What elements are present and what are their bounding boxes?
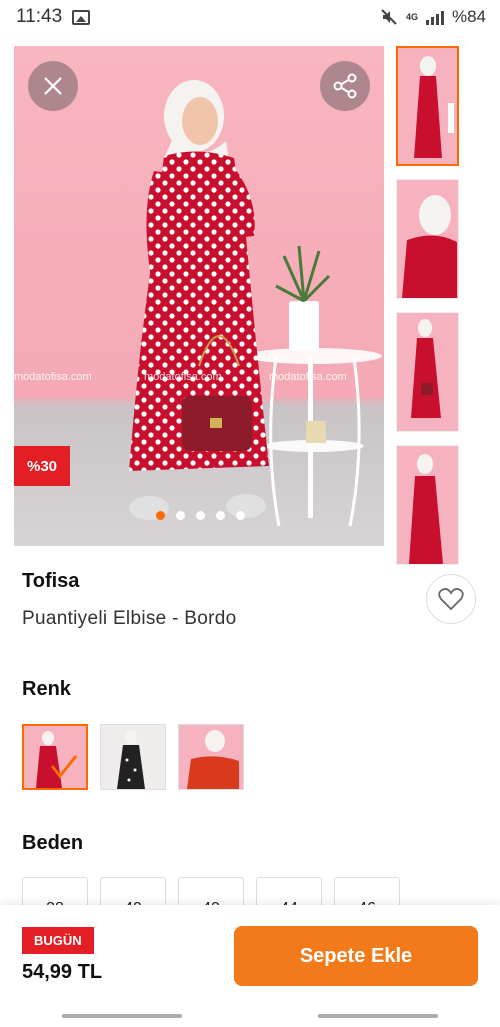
bottom-bar: BUGÜN 54,99 TL Sepete Ekle <box>0 905 500 1027</box>
size-section-title: Beden <box>22 832 84 854</box>
signal-icon <box>425 9 444 25</box>
thumbnail-3[interactable] <box>396 312 459 432</box>
color-options <box>22 724 244 790</box>
brand-name[interactable]: Tofisa <box>22 570 79 593</box>
thumbnail-image <box>398 48 457 164</box>
status-indicators: 4G %84 <box>380 7 486 27</box>
nav-handle <box>318 1014 438 1018</box>
color-section-title: Renk <box>22 678 71 700</box>
price: 54,99 TL <box>22 961 103 983</box>
mute-icon <box>381 9 397 25</box>
pagination-dot[interactable] <box>176 511 185 520</box>
gallery-notification-icon <box>72 9 91 25</box>
close-icon <box>44 77 62 95</box>
color-option-bordo[interactable] <box>22 724 88 790</box>
battery-level: %84 <box>451 7 486 26</box>
discount-badge: %30 <box>14 446 70 486</box>
watermark: modatofisa.com <box>269 371 347 383</box>
favorite-button[interactable] <box>426 574 476 624</box>
product-main-image[interactable]: modatofisa.com modatofisa.com modatofisa… <box>14 46 384 546</box>
color-thumbnail <box>179 725 243 789</box>
thumbnail-1[interactable] <box>396 46 459 166</box>
thumbnail-image <box>397 180 458 298</box>
network-type: 4G <box>405 12 418 22</box>
share-button[interactable] <box>320 61 370 111</box>
status-bar: 11:43 4G %84 <box>0 0 500 34</box>
thumbnail-image <box>397 313 458 431</box>
thumbnail-4[interactable] <box>396 445 459 565</box>
watermark: modatofisa.com <box>144 371 222 383</box>
thumbnail-image <box>397 446 458 564</box>
thumbnail-strip <box>396 46 459 578</box>
close-button[interactable] <box>28 61 78 111</box>
watermark: modatofisa.com <box>14 371 92 383</box>
pagination-dot[interactable] <box>156 511 165 520</box>
add-to-cart-button[interactable]: Sepete Ekle <box>234 926 478 986</box>
pagination-dot[interactable] <box>236 511 245 520</box>
pagination-dot[interactable] <box>216 511 225 520</box>
color-option-red[interactable] <box>178 724 244 790</box>
color-thumbnail <box>24 726 86 788</box>
color-thumbnail <box>101 725 165 789</box>
status-time: 11:43 <box>16 6 63 27</box>
pagination-dot[interactable] <box>196 511 205 520</box>
image-pagination[interactable] <box>156 511 245 520</box>
share-icon <box>333 73 357 99</box>
thumbnail-2[interactable] <box>396 179 459 299</box>
nav-handle <box>62 1014 182 1018</box>
heart-icon <box>438 588 464 611</box>
today-badge: BUGÜN <box>22 927 94 954</box>
product-name: Puantiyeli Elbise - Bordo <box>22 608 237 629</box>
color-option-black[interactable] <box>100 724 166 790</box>
